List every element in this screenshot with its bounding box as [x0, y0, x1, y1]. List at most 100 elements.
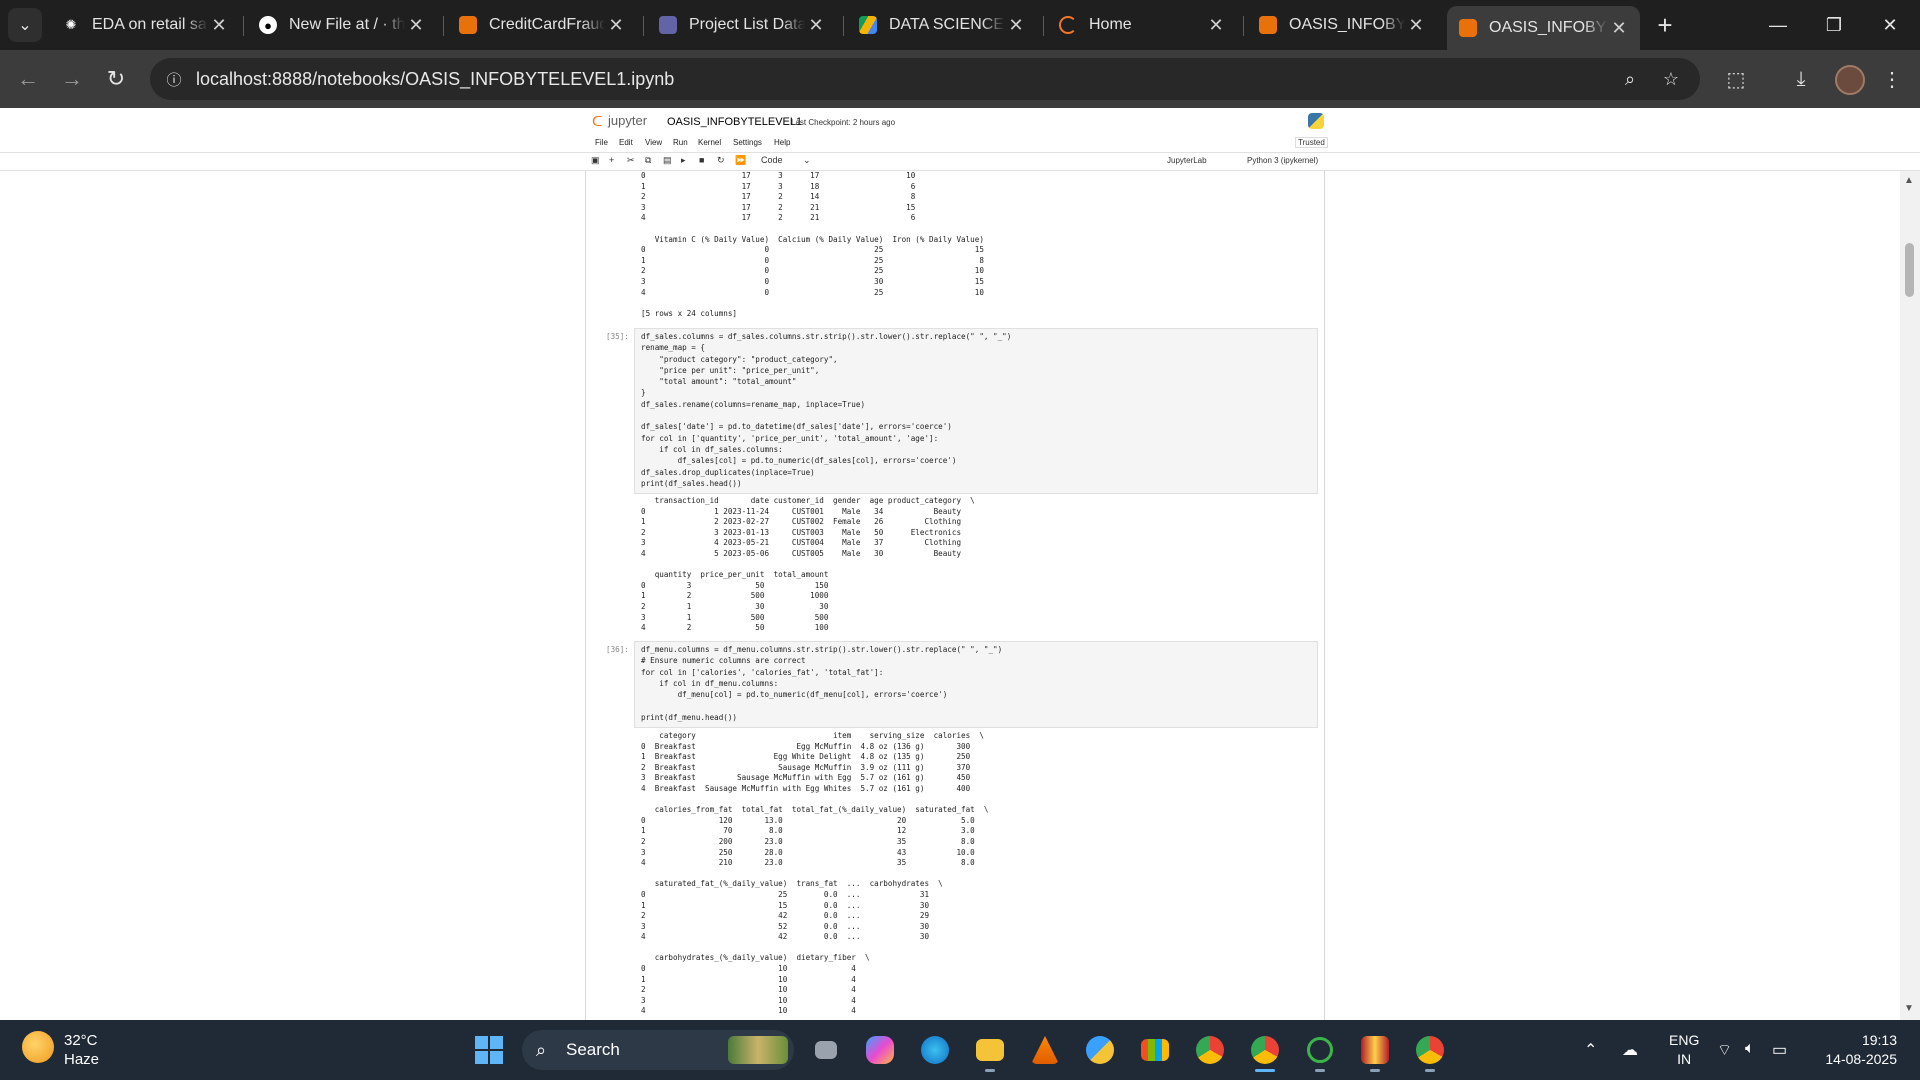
close-icon[interactable]: ✕	[805, 15, 827, 36]
menu-help[interactable]: Help	[774, 138, 790, 147]
add-cell-icon[interactable]: +	[609, 155, 614, 165]
close-icon[interactable]: ✕	[1608, 18, 1630, 39]
task-view-button[interactable]	[806, 1028, 846, 1072]
weather-icon[interactable]	[22, 1031, 54, 1063]
chevron-down-icon[interactable]: ⌄	[803, 155, 811, 166]
menu-kernel[interactable]: Kernel	[698, 138, 721, 147]
kernel-status[interactable]: Python 3 (ipykernel)	[1247, 156, 1318, 165]
tab-title: OASIS_INFOBYTE	[1289, 16, 1405, 33]
chevron-up-icon[interactable]: ⌃	[1584, 1040, 1597, 1060]
cut-icon[interactable]: ✂	[627, 155, 635, 166]
code-cell[interactable]: df_menu.columns = df_menu.columns.str.st…	[634, 641, 1318, 728]
url-text[interactable]: localhost:8888/notebooks/OASIS_INFOBYTEL…	[196, 69, 674, 90]
extensions-icon[interactable]: ⬚	[1720, 63, 1752, 95]
run-icon[interactable]: ▸	[681, 155, 686, 166]
divider	[0, 152, 1920, 153]
weather-temperature[interactable]: 32°C	[64, 1032, 98, 1049]
stop-icon[interactable]: ■	[699, 155, 704, 165]
forward-button[interactable]: →	[56, 63, 88, 95]
close-icon[interactable]: ✕	[208, 15, 230, 36]
chrome-menu-icon[interactable]: ⋮	[1876, 63, 1908, 95]
tab-title: Home	[1089, 16, 1132, 33]
zoom-icon[interactable]: ⌕	[1617, 66, 1643, 92]
close-icon[interactable]: ✕	[1405, 15, 1427, 36]
edge-icon[interactable]	[915, 1028, 955, 1072]
menu-settings[interactable]: Settings	[733, 138, 762, 147]
scroll-down-icon[interactable]: ▼	[1904, 1003, 1914, 1014]
close-icon[interactable]: ✕	[1005, 15, 1027, 36]
notebook-icon	[1259, 16, 1277, 34]
jupyter-brand[interactable]: jupyter	[608, 113, 647, 128]
trusted-indicator[interactable]: Trusted	[1295, 137, 1328, 148]
profile-avatar[interactable]	[1835, 65, 1865, 95]
address-bar[interactable]: ⓘ localhost:8888/notebooks/OASIS_INFOBYT…	[150, 58, 1700, 100]
start-button[interactable]	[469, 1028, 509, 1072]
bookmark-star-icon[interactable]: ☆	[1658, 66, 1684, 92]
active-indicator	[1255, 1069, 1275, 1072]
onedrive-icon[interactable]: ☁	[1622, 1040, 1638, 1060]
store-icon[interactable]	[1135, 1028, 1175, 1072]
tab-data-science[interactable]: DATA SCIENCE T/ ✕	[847, 6, 1037, 44]
restore-button[interactable]: ❐	[1806, 0, 1862, 50]
back-button[interactable]: ←	[12, 63, 44, 95]
scroll-up-icon[interactable]: ▲	[1904, 175, 1914, 186]
cell-code[interactable]: df_menu.columns = df_menu.columns.str.st…	[635, 642, 1317, 725]
file-explorer-icon[interactable]	[970, 1028, 1010, 1072]
search-highlight-image	[728, 1036, 788, 1064]
battery-icon[interactable]: ▭	[1772, 1040, 1787, 1060]
taskbar-search[interactable]: ⌕ Search	[522, 1030, 794, 1070]
running-indicator	[1425, 1069, 1435, 1072]
jupyterlab-link[interactable]: JupyterLab	[1167, 156, 1207, 165]
tab-home[interactable]: Home ✕	[1047, 6, 1237, 44]
chrome-app-icon[interactable]	[1410, 1028, 1450, 1072]
tab-github[interactable]: ● New File at / · th ✕	[247, 6, 437, 44]
jupyter-app-icon[interactable]	[1300, 1028, 1340, 1072]
page-scrollbar[interactable]: ▲ ▼	[1900, 171, 1920, 1020]
fast-forward-icon[interactable]: ⏩	[735, 155, 746, 166]
save-icon[interactable]: ▣	[591, 155, 600, 166]
tab-oasis-active[interactable]: OASIS_INFOBYTE ✕	[1447, 6, 1640, 50]
cell-type-select[interactable]: Code	[761, 155, 783, 165]
chrome-profile-icon[interactable]	[1245, 1028, 1285, 1072]
copilot-icon[interactable]	[860, 1028, 900, 1072]
close-icon[interactable]: ✕	[605, 15, 627, 36]
close-icon[interactable]: ✕	[1205, 15, 1227, 36]
paste-icon[interactable]: ▤	[663, 155, 672, 166]
winrar-icon[interactable]	[1355, 1028, 1395, 1072]
notebook-title[interactable]: OASIS_INFOBYTELEVEL1	[667, 116, 802, 128]
tab-oasis-1[interactable]: OASIS_INFOBYTE ✕	[1247, 6, 1437, 44]
minimize-button[interactable]: —	[1750, 0, 1806, 50]
cell-code[interactable]: df_sales.columns = df_sales.columns.str.…	[635, 329, 1317, 491]
menu-edit[interactable]: Edit	[619, 138, 633, 147]
new-tab-button[interactable]: +	[1650, 10, 1680, 40]
restart-icon[interactable]: ↻	[717, 155, 725, 166]
system-clock[interactable]: 19:13 14-08-2025	[1815, 1031, 1897, 1069]
vlc-icon[interactable]	[1025, 1028, 1065, 1072]
chrome-icon[interactable]	[1190, 1028, 1230, 1072]
close-icon[interactable]: ✕	[405, 15, 427, 36]
menu-run[interactable]: Run	[673, 138, 688, 147]
menu-view[interactable]: View	[645, 138, 662, 147]
menu-file[interactable]: File	[595, 138, 608, 147]
tab-eda-retail[interactable]: ✺ EDA on retail sal ✕	[50, 6, 240, 44]
wifi-icon[interactable]: ⌔	[1717, 1040, 1732, 1060]
weather-condition[interactable]: Haze	[64, 1051, 99, 1068]
site-info-icon[interactable]: ⓘ	[162, 67, 186, 91]
code-cell[interactable]: df_sales.columns = df_sales.columns.str.…	[634, 328, 1318, 494]
windows-logo-icon	[475, 1036, 503, 1064]
python-app-icon[interactable]	[1080, 1028, 1120, 1072]
download-icon[interactable]: ⤓	[1785, 63, 1817, 95]
scrollbar-thumb[interactable]	[1905, 243, 1914, 297]
language-code: ENG	[1669, 1032, 1700, 1048]
tab-search-button[interactable]: ⌄	[8, 8, 42, 42]
close-window-button[interactable]: ✕	[1862, 0, 1918, 50]
language-indicator[interactable]: ENG IN	[1669, 1031, 1699, 1069]
tab-project-list[interactable]: Project List Data ✕	[647, 6, 837, 44]
jupyter-logo-icon[interactable]: ᑕ	[592, 113, 602, 130]
clock-time: 19:13	[1861, 1032, 1897, 1048]
reload-button[interactable]: ↻	[100, 63, 132, 95]
volume-icon[interactable]: 🔈︎	[1745, 1040, 1755, 1058]
copy-icon[interactable]: ⧉	[645, 155, 651, 166]
tab-divider	[243, 16, 244, 36]
tab-creditcardfraud[interactable]: CreditCardFraud ✕	[447, 6, 637, 44]
